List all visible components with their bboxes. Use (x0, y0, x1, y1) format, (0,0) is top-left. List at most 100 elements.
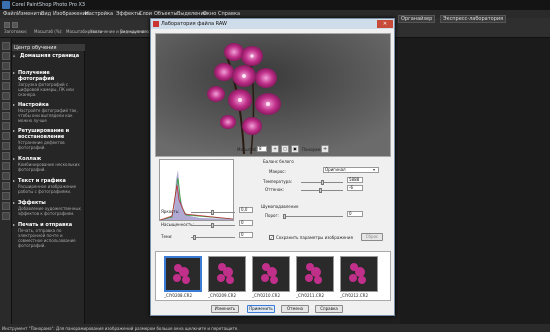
thumbnail[interactable] (164, 256, 202, 292)
shadows-slider[interactable] (191, 235, 235, 240)
chevron-right-icon: ▸ (13, 70, 16, 75)
reset-button[interactable]: Сброс (361, 233, 383, 241)
learning-item-adjust[interactable]: ▸ Настройка Настройте фотографий так, чт… (13, 102, 84, 123)
thumbnail[interactable] (252, 256, 290, 292)
brightness-label: Яркость: (161, 209, 180, 214)
chevron-right-icon: ▸ (13, 178, 16, 183)
pan-label: Панорама (302, 147, 323, 152)
shape-tool-icon[interactable] (2, 172, 10, 180)
learning-item-text-graphics[interactable]: ▸ Текст и графика Расширенное изображени… (13, 178, 84, 194)
fill-tool-icon[interactable] (2, 152, 10, 160)
temperature-field[interactable]: 5888 (347, 177, 363, 183)
organizer-button[interactable]: Органайзер (398, 15, 436, 23)
tools-strip (0, 38, 12, 324)
pen-tool-icon[interactable] (2, 182, 10, 190)
learning-item-desc: Загрузка фотографий с цифровой камеры, П… (18, 82, 74, 97)
actual-size-icon[interactable]: ▣ (291, 145, 299, 153)
toolbar-label-presets: Заготовки: (4, 29, 28, 34)
pan-tool-icon[interactable] (2, 42, 10, 50)
learning-item-desc: Комбинирование нескольких фотографий. (18, 162, 80, 172)
chevron-right-icon: ▸ (13, 200, 16, 205)
learning-item-desc: Добавление художественных эффектов к фот… (18, 206, 81, 216)
learning-item-print-share[interactable]: ▸ Печать и отправка Печать, отправка по … (13, 222, 84, 248)
thumbnail-strip: _CIY0208.CR2 _CIY0209.CR2 _CIY0210.CR2 _… (155, 251, 391, 301)
learning-item-retouch[interactable]: ▸ Ретуширование и восстановление Устране… (13, 128, 84, 150)
saturation-field[interactable]: 0 (239, 220, 253, 226)
close-icon[interactable]: ✕ (377, 20, 393, 28)
learning-item-collage[interactable]: ▸ Коллаж Комбинирование нескольких фотог… (13, 156, 84, 172)
threshold-field[interactable]: 0 (347, 211, 363, 217)
eraser-tool-icon[interactable] (2, 142, 10, 150)
straighten-tool-icon[interactable] (2, 102, 10, 110)
thumbnail[interactable] (208, 256, 246, 292)
brightness-slider[interactable] (191, 210, 235, 215)
toolbar-tool-icon[interactable] (4, 22, 10, 28)
tint-field[interactable]: -6 (347, 185, 363, 191)
learning-center-panel: Центр обучения ⌂ Домашняя страница ▸ Пол… (12, 44, 85, 330)
threshold-label: Порог: (265, 213, 279, 218)
thumbnail-orchid (173, 264, 190, 284)
toolbar-tool-icon[interactable] (12, 22, 18, 28)
threshold-slider[interactable] (283, 214, 343, 219)
learning-home-link[interactable]: ⌂ Домашняя страница (13, 53, 84, 59)
text-tool-icon[interactable] (2, 162, 10, 170)
preset-select[interactable]: Оригинал (323, 167, 379, 173)
dialog-titlebar: Лаборатория файла RAW (151, 19, 394, 29)
fit-icon[interactable]: ▢ (281, 145, 289, 153)
zoom-in-icon[interactable]: + (271, 145, 279, 153)
warp-tool-icon[interactable] (2, 192, 10, 200)
menu-image[interactable]: Изображение (53, 11, 89, 17)
temperature-slider[interactable] (301, 180, 343, 185)
move-tool-icon[interactable] (2, 72, 10, 80)
thumbnail[interactable] (340, 256, 378, 292)
clone-tool-icon[interactable] (2, 122, 10, 130)
learning-item-desc: Настройте фотографий так, чтобы они выгл… (18, 108, 78, 123)
menu-window[interactable]: Окно (203, 11, 216, 17)
menu-objects[interactable]: Объекты (154, 11, 178, 17)
menu-file[interactable]: Файл (3, 11, 17, 17)
dropper-tool-icon[interactable] (2, 92, 10, 100)
selection-tool-icon[interactable] (2, 82, 10, 90)
apply-button[interactable]: Применить (247, 305, 275, 313)
menu-help[interactable]: Справка (218, 11, 240, 17)
pan-icon[interactable]: ✛ (321, 145, 329, 153)
color-swatch-icon[interactable] (2, 212, 10, 220)
chevron-right-icon: ▸ (13, 102, 16, 107)
thumbnail[interactable] (296, 256, 334, 292)
picture-tube-tool-icon[interactable] (2, 202, 10, 210)
thumbnail-orchid (217, 263, 234, 284)
menu-view[interactable]: Вид (41, 11, 51, 17)
edit-button[interactable]: Изменить (211, 305, 239, 313)
raw-preview-image[interactable] (155, 33, 391, 157)
brightness-field[interactable]: 0,0 (239, 207, 253, 213)
chevron-right-icon: ▸ (13, 128, 16, 133)
learning-item-title: Ретуширование и восстановление (18, 128, 70, 140)
tint-slider[interactable] (301, 188, 343, 193)
zoom-field[interactable]: 8 (257, 146, 267, 152)
save-params-label: Сохранить параметры изображения (276, 235, 353, 240)
cancel-button[interactable]: Отмена (281, 305, 309, 313)
red-eye-tool-icon[interactable] (2, 112, 10, 120)
brush-tool-icon[interactable] (2, 132, 10, 140)
learning-item-desc: Устранение дефектов фотографий. (18, 140, 65, 150)
save-params-checkbox[interactable]: ✓ (269, 235, 274, 240)
menu-effects[interactable]: Эффекты (116, 11, 141, 17)
shadows-field[interactable]: 0 (239, 232, 253, 238)
express-lab-button[interactable]: Экспресс-лаборатория (440, 15, 507, 23)
learning-item-effects[interactable]: ▸ Эффекты Добавление художественных эффе… (13, 200, 84, 216)
toolbar-label-view: Вид крупного (120, 29, 149, 34)
thumbnail-caption: _CIY0212.CR2 (340, 293, 368, 298)
chevron-right-icon: ▸ (13, 222, 16, 227)
help-button[interactable]: Справка (315, 305, 343, 313)
saturation-slider[interactable] (191, 223, 235, 228)
menu-layers[interactable]: Слои (139, 11, 152, 17)
learning-item-get-photos[interactable]: ▸ Получение фотографий Загрузка фотограф… (13, 70, 84, 97)
zoom-tool-icon[interactable] (2, 52, 10, 60)
crop-tool-icon[interactable] (2, 62, 10, 70)
menu-edit[interactable]: Изменить (17, 11, 43, 17)
menu-adjust[interactable]: Настройка (85, 11, 113, 17)
tint-label: Оттенок: (265, 187, 285, 192)
chevron-down-icon: ▾ (373, 167, 376, 172)
zoom-label: Масштаб (237, 147, 257, 152)
learning-item-desc: Расширенное изображение работы с фотогра… (18, 184, 77, 194)
